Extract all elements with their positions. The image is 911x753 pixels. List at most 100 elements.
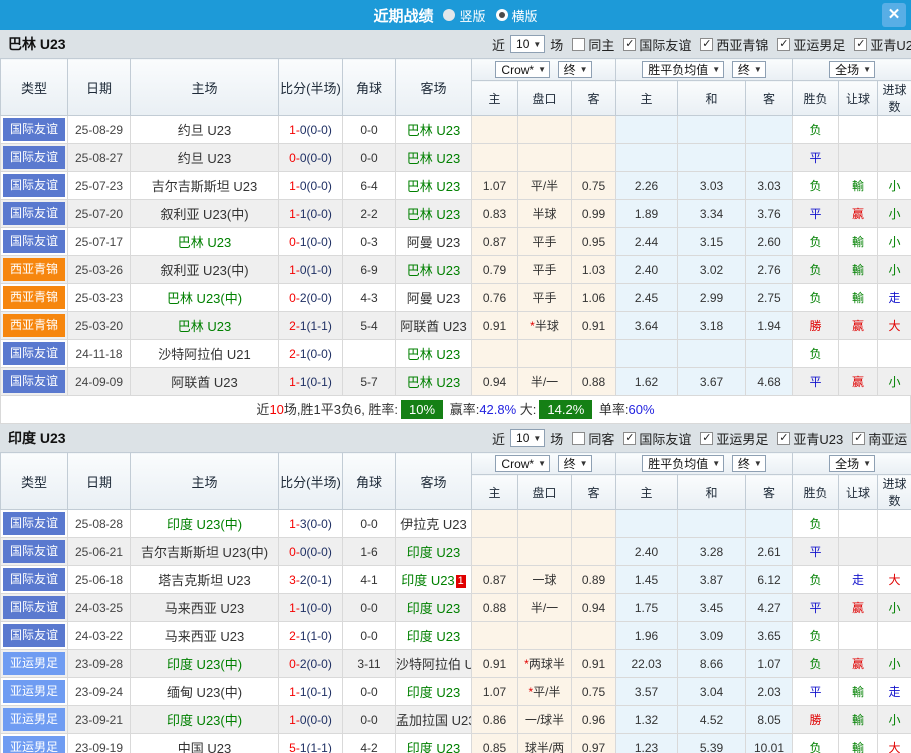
- score-away-half-part: 1(1-0): [300, 629, 332, 643]
- match-type-cell: 国际友谊: [1, 116, 68, 144]
- india-matches-table: 类型 日期 主场 比分(半场) 角球 客场 Crow*▼ 终▼ 胜平负均值▼ 终…: [0, 452, 911, 753]
- summary-text: 大:: [516, 402, 536, 417]
- match-date: 24-11-18: [68, 340, 131, 368]
- radio-horizontal-layout[interactable]: [496, 9, 508, 21]
- avg-odds-select[interactable]: 胜平负均值▼: [642, 61, 724, 78]
- asian-odds: [572, 340, 616, 368]
- avg-odds-value: 3.04: [678, 678, 746, 706]
- result-wdl: 负: [810, 657, 822, 671]
- asian-odds: 0.87: [472, 228, 518, 256]
- avg-odds-value: 8.66: [678, 650, 746, 678]
- avg-odds-value: [616, 144, 678, 172]
- avg-odds-value: 3.76: [746, 200, 793, 228]
- avg-odds-value: 1.75: [616, 594, 678, 622]
- avg-time-select[interactable]: 终▼: [732, 455, 766, 472]
- result-handicap: 輸: [852, 263, 864, 277]
- avg-odds-value: 2.75: [746, 284, 793, 312]
- same-venue-checkbox[interactable]: [572, 38, 585, 51]
- summary-text: 60%: [629, 402, 655, 417]
- col-corner: 角球: [343, 453, 396, 510]
- match-count-select[interactable]: 10▼: [510, 35, 545, 53]
- result-goals: 小: [889, 713, 901, 727]
- summary-text: 场,胜1平3负6, 胜率:: [284, 402, 398, 417]
- select-value: 胜平负均值: [648, 455, 708, 472]
- odds-time-select[interactable]: 终▼: [558, 455, 592, 472]
- home-team: 巴林 U23: [131, 312, 279, 340]
- asian-odds: 0.79: [472, 256, 518, 284]
- match-date: 25-08-27: [68, 144, 131, 172]
- select-value: 终: [564, 61, 576, 78]
- score-home-part: 0-: [289, 151, 300, 165]
- col-odds-handicap: 盘口: [518, 475, 572, 510]
- result-goals: 大: [889, 573, 901, 587]
- competition-checkbox[interactable]: ✓: [700, 38, 713, 51]
- match-date: 24-03-22: [68, 622, 131, 650]
- score-away-half-part: 1(0-1): [300, 685, 332, 699]
- home-team: 印度 U23(中): [131, 706, 279, 734]
- scope-select[interactable]: 全场▼: [829, 455, 875, 472]
- avg-time-select[interactable]: 终▼: [732, 61, 766, 78]
- asian-odds: 0.86: [472, 706, 518, 734]
- asian-odds: 0.94: [472, 368, 518, 396]
- match-date: 24-09-09: [68, 368, 131, 396]
- competition-badge: 西亚青锦: [3, 286, 65, 309]
- avg-odds-select[interactable]: 胜平负均值▼: [642, 455, 724, 472]
- same-venue-checkbox[interactable]: [572, 432, 585, 445]
- match-count-select[interactable]: 10▼: [510, 429, 545, 447]
- result-goals: 走: [889, 685, 901, 699]
- radio-horizontal-label: 横版: [512, 6, 538, 25]
- competition-checkbox[interactable]: ✓: [777, 432, 790, 445]
- handicap-line: [518, 144, 572, 172]
- competition-checkbox[interactable]: ✓: [623, 432, 636, 445]
- score-away-half-part: 2(0-1): [300, 573, 332, 587]
- home-team: 印度 U23(中): [131, 650, 279, 678]
- competition-badge: 国际友谊: [3, 540, 65, 563]
- avg-odds-value: 1.07: [746, 650, 793, 678]
- competition-checkbox[interactable]: ✓: [852, 432, 865, 445]
- asian-odds: 0.89: [572, 566, 616, 594]
- result-handicap: 輸: [852, 179, 864, 193]
- result-goals: 小: [889, 657, 901, 671]
- scope-select[interactable]: 全场▼: [829, 61, 875, 78]
- away-team: 巴林 U23: [396, 256, 472, 284]
- competition-checkbox[interactable]: ✓: [623, 38, 636, 51]
- match-date: 25-07-17: [68, 228, 131, 256]
- col-handicap-result: 让球: [839, 81, 878, 116]
- odds-company-select[interactable]: Crow*▼: [495, 61, 550, 78]
- corner-score: 0-0: [343, 678, 396, 706]
- match-type-cell: 国际友谊: [1, 368, 68, 396]
- close-button[interactable]: ✕: [882, 3, 906, 27]
- radio-vertical-layout[interactable]: [443, 9, 455, 21]
- odds-time-select[interactable]: 终▼: [558, 61, 592, 78]
- match-type-cell: 国际友谊: [1, 510, 68, 538]
- competition-checkbox[interactable]: ✓: [777, 38, 790, 51]
- col-odds-home: 主: [472, 475, 518, 510]
- games-label: 场: [550, 35, 563, 54]
- competition-badge: 国际友谊: [3, 174, 65, 197]
- match-type-cell: 国际友谊: [1, 340, 68, 368]
- red-card-count: 1: [456, 575, 466, 588]
- score-home-part: 1-: [289, 685, 300, 699]
- match-date: 25-03-26: [68, 256, 131, 284]
- odds-company-select[interactable]: Crow*▼: [495, 455, 550, 472]
- avg-odds-value: [616, 340, 678, 368]
- match-score: 2-1(1-1): [279, 312, 343, 340]
- match-date: 25-03-23: [68, 284, 131, 312]
- match-date: 25-07-23: [68, 172, 131, 200]
- avg-odds-value: [746, 510, 793, 538]
- competition-label: 亚运男足: [793, 35, 845, 54]
- competition-checkbox[interactable]: ✓: [700, 432, 713, 445]
- result-wdl: 平: [810, 685, 822, 699]
- corner-score: 0-0: [343, 510, 396, 538]
- home-team: 马来西亚 U23: [131, 622, 279, 650]
- home-team: 塔吉克斯坦 U23: [131, 566, 279, 594]
- competition-checkbox[interactable]: ✓: [854, 38, 867, 51]
- select-value: 终: [564, 455, 576, 472]
- handicap-value: 半球: [535, 319, 559, 333]
- col-type: 类型: [1, 453, 68, 510]
- corner-score: 6-9: [343, 256, 396, 284]
- asian-odds: [472, 510, 518, 538]
- away-team: 阿联酋 U23: [396, 312, 472, 340]
- avg-odds-value: 2.26: [616, 172, 678, 200]
- avg-odds-value: 3.02: [678, 256, 746, 284]
